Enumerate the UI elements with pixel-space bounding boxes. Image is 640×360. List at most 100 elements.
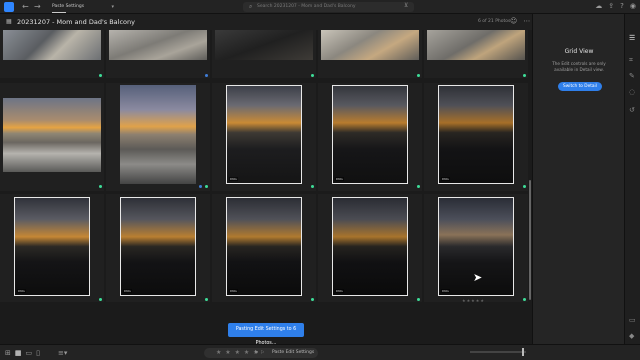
album-title: 20231207 - Mom and Dad's Balcony bbox=[17, 18, 135, 26]
photo-thumbnail[interactable] bbox=[109, 30, 207, 60]
panel-title: Grid View bbox=[564, 48, 594, 55]
photo-thumbnail[interactable] bbox=[427, 30, 525, 60]
photo-thumbnail[interactable]: DNG bbox=[120, 197, 196, 296]
grid-cell[interactable]: DNG bbox=[106, 194, 210, 302]
status-dot bbox=[205, 185, 208, 188]
comment-icon[interactable]: ▭ bbox=[629, 316, 636, 324]
file-type-badge: DNG bbox=[335, 289, 344, 293]
filter-icon[interactable]: ⊻ bbox=[404, 2, 408, 9]
forward-icon[interactable]: → bbox=[34, 2, 41, 12]
more-icon[interactable]: ⋯ bbox=[523, 17, 530, 25]
photo-thumbnail[interactable] bbox=[120, 85, 196, 184]
back-icon[interactable]: ← bbox=[22, 2, 29, 12]
switch-to-detail-button[interactable]: Switch to Detail bbox=[558, 82, 602, 91]
grid-cell[interactable] bbox=[424, 30, 528, 78]
rating-flag-bar: ★ ★ ★ ★ ★ ⚑ ⚐ Paste Edit Settings bbox=[204, 348, 318, 358]
paste-edit-settings-button[interactable]: Paste Edit Settings bbox=[272, 350, 314, 355]
status-dot bbox=[523, 298, 526, 301]
edit-indicator bbox=[205, 74, 208, 77]
mask-icon[interactable]: ◌ bbox=[629, 88, 635, 96]
crop-icon[interactable]: ⌗ bbox=[629, 56, 633, 65]
chevron-down-icon[interactable]: ▾ bbox=[111, 4, 114, 10]
photo-thumbnail[interactable]: DNG bbox=[438, 85, 514, 184]
photo-thumbnail[interactable]: DNG bbox=[226, 85, 302, 184]
search-input[interactable]: ⌕ Search 20231207 - Mom and Dad's Balcon… bbox=[243, 2, 414, 12]
sort-icon[interactable]: ≡▾ bbox=[58, 349, 67, 357]
photo-grid[interactable]: DNG DNG DNG DNG DNG DNG DNG DNG ★★★★★ bbox=[0, 30, 528, 308]
status-dot bbox=[311, 74, 314, 77]
photo-thumbnail[interactable]: DNG bbox=[14, 197, 90, 296]
photo-thumbnail[interactable] bbox=[3, 98, 101, 172]
tab-underline bbox=[52, 12, 66, 13]
bottom-toolbar: ⊞ ▦ ▭ ▯ ≡▾ ★ ★ ★ ★ ★ ⚑ ⚐ Paste Edit Sett… bbox=[0, 344, 640, 360]
album-header: ▦ 20231207 - Mom and Dad's Balcony 6 of … bbox=[0, 14, 532, 30]
square-grid-icon[interactable]: ▦ bbox=[15, 349, 22, 357]
top-bar: ← → Paste Settings ▾ ⌕ Search 20231207 -… bbox=[0, 0, 640, 14]
account-icon[interactable]: ◉ bbox=[630, 2, 636, 10]
grid-cell[interactable] bbox=[106, 30, 210, 78]
app-window: ← → Paste Settings ▾ ⌕ Search 20231207 -… bbox=[0, 0, 640, 360]
status-dot bbox=[523, 185, 526, 188]
people-icon[interactable]: ☺ bbox=[510, 17, 517, 25]
sliders-icon[interactable]: ☰ bbox=[629, 34, 635, 42]
grid-cell[interactable]: DNG bbox=[0, 194, 104, 302]
photo-count: 6 of 21 Photos bbox=[478, 19, 511, 24]
app-logo bbox=[4, 2, 14, 12]
edit-indicator bbox=[199, 185, 202, 188]
status-dot bbox=[417, 74, 420, 77]
grid-cell[interactable]: DNG bbox=[318, 83, 422, 191]
tag-icon[interactable]: ◆ bbox=[629, 332, 634, 340]
file-type-badge: DNG bbox=[229, 289, 238, 293]
status-dot bbox=[417, 298, 420, 301]
file-type-badge: DNG bbox=[17, 289, 26, 293]
grid-cell[interactable]: DNG bbox=[212, 83, 316, 191]
share-icon[interactable]: ⇪ bbox=[608, 2, 614, 10]
grid-cell[interactable] bbox=[106, 83, 210, 191]
photo-thumbnail[interactable] bbox=[3, 30, 101, 60]
grid-cell[interactable] bbox=[0, 30, 104, 78]
view-switcher: ⊞ ▦ ▭ ▯ bbox=[5, 349, 40, 357]
thumbnail-size-slider[interactable] bbox=[470, 348, 526, 356]
slider-knob[interactable] bbox=[522, 348, 524, 356]
header-icons: ☺ ⋯ bbox=[510, 17, 530, 25]
grid-cell[interactable] bbox=[0, 83, 104, 191]
cloud-icon[interactable]: ☁ bbox=[595, 2, 602, 10]
grid-cell[interactable] bbox=[318, 30, 422, 78]
photo-thumbnail[interactable]: DNG bbox=[332, 197, 408, 296]
status-dot bbox=[205, 298, 208, 301]
status-dot bbox=[311, 185, 314, 188]
photo-thumbnail[interactable]: DNG bbox=[332, 85, 408, 184]
photo-thumbnail[interactable]: DNG bbox=[226, 197, 302, 296]
brush-icon[interactable]: ✎ bbox=[629, 72, 635, 80]
help-icon[interactable]: ? bbox=[620, 2, 624, 10]
detail-view-icon[interactable]: ▭ bbox=[26, 349, 33, 357]
grid-cell[interactable]: DNG ★★★★★ bbox=[424, 194, 528, 303]
grid-cell[interactable] bbox=[212, 30, 316, 78]
photo-thumbnail[interactable] bbox=[215, 30, 313, 60]
grid-cell[interactable]: DNG bbox=[424, 83, 528, 191]
panel-description: The Edit controls are only available in … bbox=[552, 61, 606, 72]
compare-view-icon[interactable]: ▯ bbox=[36, 349, 40, 357]
rating-stars[interactable]: ★★★★★ bbox=[462, 298, 485, 303]
rating-stars[interactable]: ★ ★ ★ ★ ★ bbox=[216, 349, 260, 356]
tab-paste-settings[interactable]: Paste Settings ▾ bbox=[50, 1, 114, 13]
search-icon: ⌕ bbox=[249, 3, 253, 10]
status-dot bbox=[417, 185, 420, 188]
file-type-badge: DNG bbox=[441, 289, 450, 293]
right-panel: Grid View The Edit controls are only ava… bbox=[532, 14, 624, 344]
history-icon[interactable]: ↺ bbox=[629, 106, 635, 114]
top-right-icons: ☁ ⇪ ? ◉ bbox=[595, 2, 636, 10]
file-type-badge: DNG bbox=[123, 289, 132, 293]
status-dot bbox=[311, 298, 314, 301]
file-type-badge: DNG bbox=[229, 177, 238, 181]
flag-icons[interactable]: ⚑ ⚐ bbox=[254, 350, 265, 356]
file-type-badge: DNG bbox=[441, 177, 450, 181]
photo-thumbnail[interactable] bbox=[321, 30, 419, 60]
tool-rail: ☰ ⌗ ✎ ◌ ↺ ▭ ◆ bbox=[624, 14, 640, 344]
grid-cell[interactable]: DNG bbox=[318, 194, 422, 302]
photo-grid-icon[interactable]: ⊞ bbox=[5, 349, 11, 357]
grid-cell[interactable]: DNG bbox=[212, 194, 316, 302]
mouse-cursor-icon: ➤ bbox=[473, 271, 483, 284]
scrollbar-thumb[interactable] bbox=[529, 180, 531, 300]
status-dot bbox=[99, 298, 102, 301]
